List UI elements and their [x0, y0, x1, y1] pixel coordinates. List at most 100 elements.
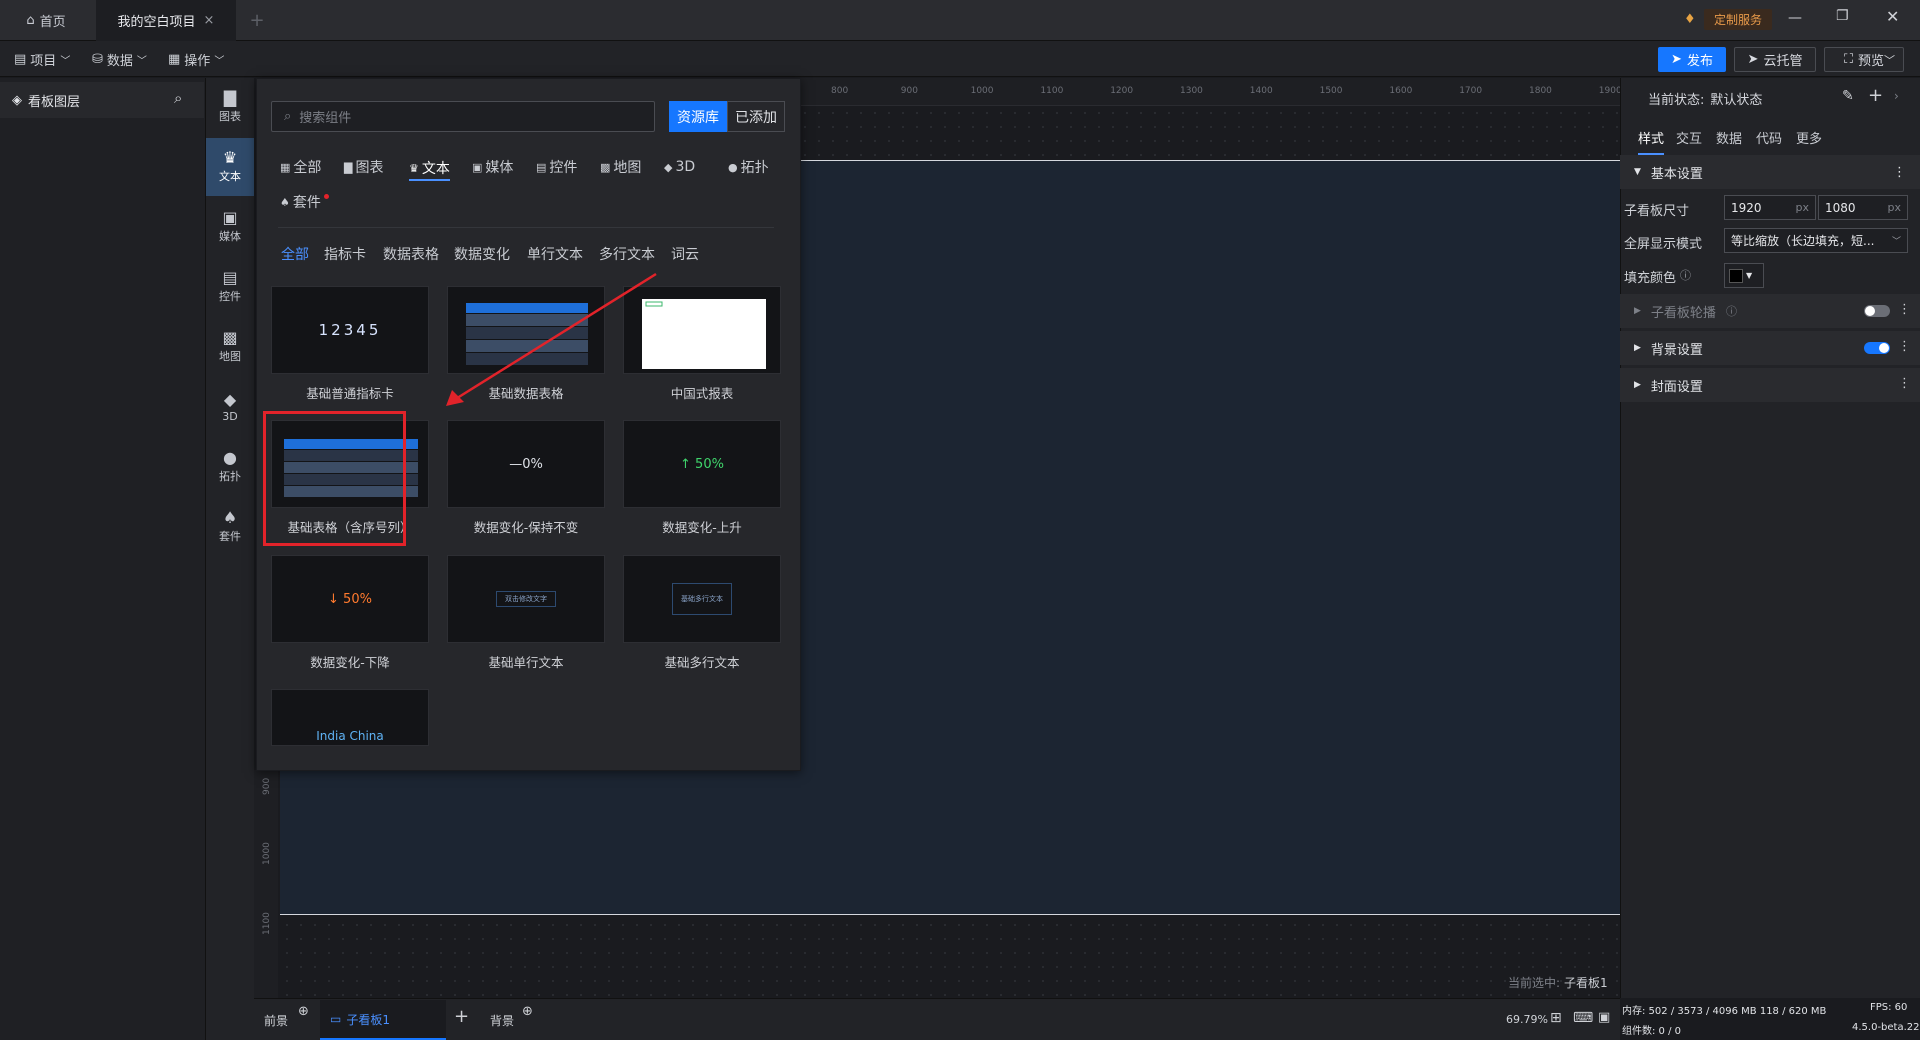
width-input[interactable]: 1920 px [1724, 195, 1816, 220]
add-circle-icon[interactable]: ⊕ [298, 1004, 309, 1019]
add-subboard-button[interactable]: + [454, 1006, 469, 1027]
category-all[interactable]: ▦ 全部 [280, 157, 321, 177]
keyboard-icon[interactable]: ⌨ [1573, 1010, 1593, 1026]
publish-button[interactable]: ➤ 发布 [1658, 47, 1726, 72]
card-single-text[interactable]: 双击修改文字 [447, 555, 605, 643]
topology-icon: ● [223, 448, 237, 467]
card-change-down[interactable]: ↓ 50% [271, 555, 429, 643]
subcat-table[interactable]: 数据表格 [383, 244, 439, 264]
tab-data[interactable]: 数据 [1716, 128, 1742, 147]
subcat-all[interactable]: 全部 [281, 244, 309, 264]
send-icon: ➤ [1671, 52, 1682, 67]
send-icon: ➤ [1747, 52, 1759, 67]
card-preview-text: —0% [509, 456, 543, 472]
window-close-icon[interactable]: ✕ [1886, 7, 1906, 26]
tab-library[interactable]: 资源库 [669, 101, 727, 132]
terminal-icon[interactable]: ▣ [1598, 1010, 1610, 1025]
category-map[interactable]: ▩ 地图 [600, 157, 641, 177]
category-label: 文本 [421, 161, 450, 177]
category-topology[interactable]: ● 拓扑 [728, 157, 769, 177]
fit-screen-icon[interactable]: ⊞ [1550, 1010, 1562, 1026]
menu-project[interactable]: ▤ 项目 ﹀ [14, 41, 70, 77]
tab-style[interactable]: 样式 [1638, 128, 1665, 155]
height-input[interactable]: 1080 px [1818, 195, 1908, 220]
card-multi-text[interactable]: 基础多行文本 [623, 555, 781, 643]
card-wordcloud[interactable]: India China [271, 689, 429, 746]
search-input[interactable]: ⌕ 搜索组件 [271, 101, 655, 132]
tab-project[interactable]: 我的空白项目 × [96, 0, 236, 41]
fill-color-picker[interactable]: ▼ [1724, 263, 1764, 288]
subcat-wordcloud[interactable]: 词云 [671, 244, 699, 264]
fill-row: 填充颜色 ⓘ [1624, 267, 1691, 286]
nav-kit[interactable]: ♠ 套件 [206, 498, 254, 556]
tab-home[interactable]: ⌂ 首页 [0, 0, 92, 41]
subcat-indicator[interactable]: 指标卡 [324, 244, 366, 264]
add-icon[interactable]: + [1868, 85, 1883, 106]
chevron-down-icon[interactable]: ﹀ [1884, 52, 1895, 68]
subcat-change[interactable]: 数据变化 [454, 244, 510, 264]
custom-service-button[interactable]: 定制服务 [1704, 9, 1772, 30]
category-kit[interactable]: ♠ 套件 [280, 192, 329, 212]
ruler-top-tick: 1600 [1389, 86, 1413, 96]
state-value: 默认状态 [1710, 93, 1763, 108]
bar-chart-icon: ▇ [344, 160, 353, 174]
card-change-up[interactable]: ↑ 50% [623, 420, 781, 508]
subcat-single-text[interactable]: 单行文本 [527, 244, 583, 264]
chevron-right-icon[interactable]: › [1894, 89, 1899, 103]
zoom-level[interactable]: 69.79% [1506, 1013, 1548, 1026]
search-icon[interactable]: ⌕ [174, 89, 182, 107]
nav-topology[interactable]: ● 拓扑 [206, 438, 254, 496]
nav-chart[interactable]: ▇ 图表 [206, 78, 254, 136]
add-tab-button[interactable]: + [244, 0, 270, 41]
caret-down-icon: ▼ [1746, 271, 1753, 280]
nav-control[interactable]: ▤ 控件 [206, 258, 254, 316]
minimize-icon[interactable]: — [1788, 10, 1808, 26]
more-icon[interactable]: ⋮ [1898, 339, 1911, 354]
nav-3d[interactable]: ◆ 3D [206, 378, 254, 436]
card-label: 数据变化-保持不变 [473, 520, 579, 535]
menu-data[interactable]: ⛁ 数据 ﹀ [92, 41, 147, 77]
card-basic-indicator[interactable]: 12345 [271, 286, 429, 374]
card-label: 数据变化-上升 [662, 520, 742, 535]
restore-icon[interactable]: ❐ [1836, 8, 1856, 24]
category-text[interactable]: ♛ 文本 [409, 157, 450, 181]
ruler-top-tick: 1500 [1319, 86, 1343, 96]
subcat-multi-text[interactable]: 多行文本 [599, 244, 655, 264]
card-change-flat[interactable]: —0% [447, 420, 605, 508]
category-chart[interactable]: ▇ 图表 [344, 157, 383, 177]
add-circle-icon[interactable]: ⊕ [522, 1004, 533, 1019]
nav-media[interactable]: ▣ 媒体 [206, 198, 254, 256]
background-tab[interactable]: 背景 [490, 1012, 514, 1029]
background-toggle[interactable] [1864, 342, 1890, 354]
highlight-box [263, 411, 406, 546]
carousel-toggle[interactable] [1864, 305, 1890, 317]
subboard-tab[interactable]: ▭ 子看板1 [320, 1000, 446, 1040]
tab-added[interactable]: 已添加 [727, 101, 785, 132]
close-icon[interactable]: × [204, 13, 215, 28]
document-icon: ▤ [14, 51, 27, 67]
caret-right-icon: ▶ [1634, 380, 1641, 390]
tab-more[interactable]: 更多 [1796, 128, 1822, 147]
unit-label: px [1795, 201, 1810, 214]
bar-chart-icon: ▇ [223, 88, 237, 107]
tab-code[interactable]: 代码 [1756, 128, 1782, 147]
fullscreen-select[interactable]: 等比缩放（长边填充，短... ﹀ [1724, 228, 1908, 253]
foreground-tab[interactable]: 前景 [264, 1012, 288, 1029]
color-swatch [1729, 268, 1743, 283]
cloud-hosting-button[interactable]: ➤ 云托管 [1734, 47, 1816, 72]
nav-map[interactable]: ▩ 地图 [206, 318, 254, 376]
more-icon[interactable]: ⋮ [1893, 165, 1906, 180]
new-dot-icon [323, 193, 329, 199]
more-icon[interactable]: ⋮ [1898, 302, 1911, 317]
category-3d[interactable]: ◆ 3D [664, 157, 695, 177]
menu-operate[interactable]: ▦ 操作 ﹀ [168, 41, 224, 77]
category-control[interactable]: ▤ 控件 [536, 157, 577, 177]
section-basic[interactable]: ▼ 基本设置 ⋮ [1620, 155, 1920, 189]
tab-interaction[interactable]: 交互 [1676, 128, 1702, 147]
nav-text[interactable]: ♛ 文本 [206, 138, 254, 196]
nav-kit-label: 套件 [219, 530, 241, 543]
category-media[interactable]: ▣ 媒体 [472, 157, 513, 177]
section-cover[interactable]: ▶ 封面设置 [1620, 368, 1920, 402]
edit-icon[interactable]: ✎ [1842, 88, 1854, 104]
more-icon[interactable]: ⋮ [1898, 376, 1911, 391]
